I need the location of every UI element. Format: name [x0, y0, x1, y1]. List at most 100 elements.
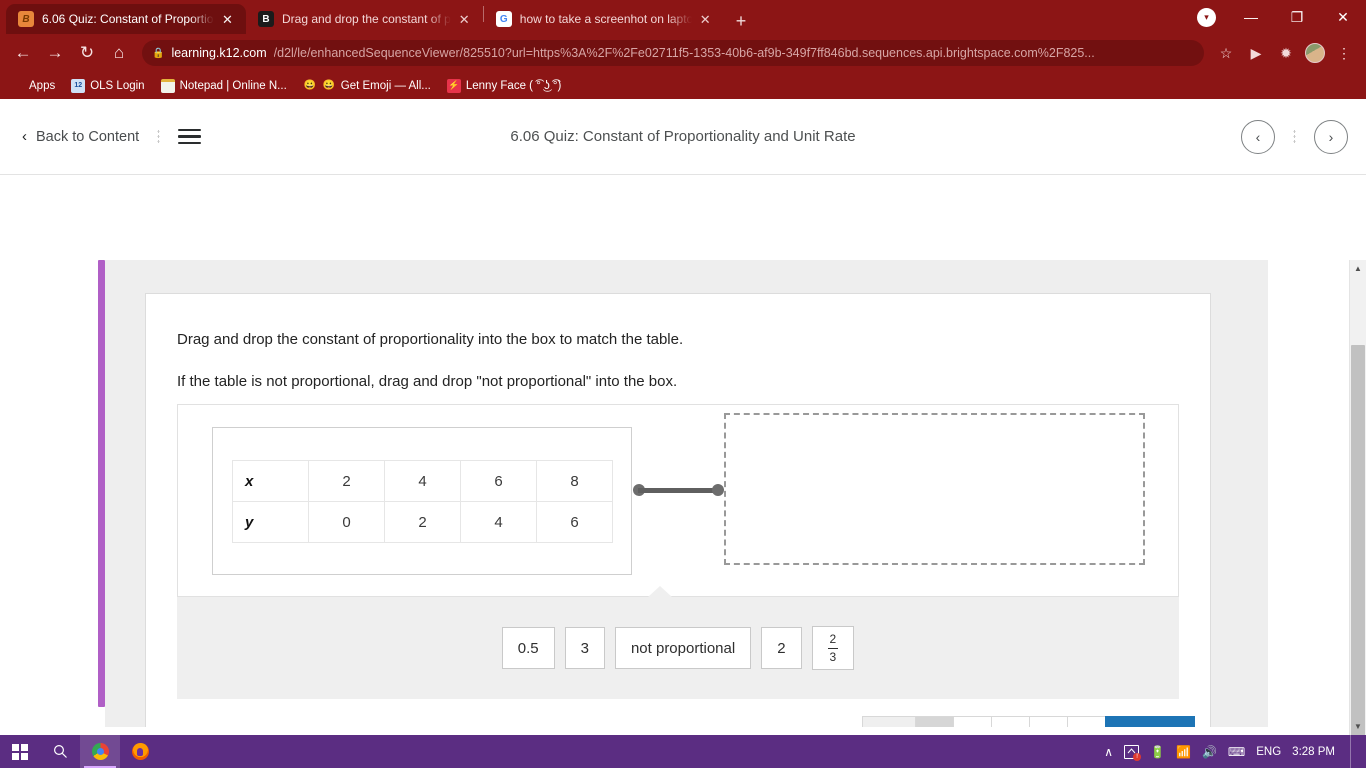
scrollbar-thumb[interactable] — [1351, 345, 1365, 765]
pager-page-1[interactable]: 1 — [915, 716, 954, 727]
lesson-accent-bar — [98, 260, 105, 707]
answer-tile-0[interactable]: 0.5 — [501, 627, 555, 669]
chevron-left-icon: ‹ — [22, 128, 27, 145]
close-tab-1-icon[interactable]: ✕ — [222, 13, 236, 26]
maximize-button[interactable]: ❐ — [1274, 0, 1320, 34]
drag-and-drop-area: x 2 4 6 8 y 0 2 4 6 — [177, 404, 1179, 597]
next-question-label: Next — [1124, 727, 1155, 728]
page-title: 6.06 Quiz: Constant of Proportionality a… — [510, 128, 856, 145]
emoji-icon-2: 😀 — [322, 80, 335, 91]
back-to-content-button[interactable]: ‹ Back to Content — [22, 128, 139, 145]
bookmark-lenny-face[interactable]: ⚡ Lenny Face ( ͡° ͜ʖ ͡°) — [446, 78, 562, 93]
brightspace-favicon-icon: B — [18, 11, 34, 27]
browser-tab-1-title: 6.06 Quiz: Constant of Proportion — [42, 12, 214, 26]
chrome-taskbar-icon[interactable] — [80, 735, 120, 768]
table-cell-x-1: 2 — [308, 460, 385, 502]
show-desktop-button[interactable] — [1350, 735, 1356, 768]
next-page-button[interactable]: › — [1314, 119, 1348, 154]
address-bar[interactable]: 🔒 learning.k12.com /d2l/le/enhancedSeque… — [142, 40, 1204, 66]
question-prompt-line-2: If the table is not proportional, drag a… — [177, 373, 678, 390]
browser-tab-3[interactable]: G how to take a screenhot on lapto ✕ — [484, 4, 724, 34]
question-card: Drag and drop the constant of proportion… — [145, 293, 1211, 727]
browser-tab-3-title: how to take a screenhot on lapto — [519, 12, 692, 26]
extensions-icon[interactable]: ✹ — [1272, 39, 1300, 67]
url-path: /d2l/le/enhancedSequenceViewer/825510?ur… — [273, 46, 1095, 60]
table-cell-y-3: 4 — [460, 501, 537, 543]
bookmark-get-emoji[interactable]: 😀 😀 Get Emoji — All... — [303, 79, 431, 93]
answer-tile-2[interactable]: not proportional — [614, 627, 752, 669]
profile-avatar[interactable] — [1305, 43, 1325, 63]
table-cell-x-4: 8 — [536, 460, 613, 502]
reload-icon[interactable]: ↻ — [72, 38, 102, 68]
fraction-two-thirds: 2 3 — [827, 632, 839, 664]
google-favicon-icon: G — [495, 11, 512, 27]
answer-tile-3[interactable]: 2 — [761, 627, 802, 669]
system-tray: ∧ ! 🔋 📶 🔊 ⌨ ENG 3:28 PM — [1104, 735, 1366, 768]
avast-taskbar-icon[interactable] — [120, 735, 160, 768]
previous-page-button[interactable]: ‹ — [1241, 119, 1275, 154]
apps-grid-icon — [10, 79, 24, 93]
close-window-button[interactable]: ✕ — [1320, 0, 1366, 34]
windows-taskbar: ∧ ! 🔋 📶 🔊 ⌨ ENG 3:28 PM — [0, 735, 1366, 768]
bookmark-star-icon[interactable]: ☆ — [1212, 39, 1240, 67]
bookmark-notepad[interactable]: Notepad | Online N... — [160, 78, 287, 93]
next-arrow-icon: ► — [1161, 727, 1176, 728]
windows-start-icon[interactable] — [0, 735, 40, 768]
forward-icon[interactable]: → — [40, 38, 70, 68]
taskbar-left — [0, 735, 160, 768]
browser-tab-2-title: Drag and drop the constant of p — [282, 12, 451, 26]
battery-icon[interactable]: 🔋 — [1150, 745, 1165, 759]
question-pager: ◄ 1 2 3 4 5 Next ► — [862, 716, 1195, 727]
scroll-down-arrow-icon[interactable]: ▼ — [1350, 718, 1366, 735]
tray-chevron-up-icon[interactable]: ∧ — [1104, 745, 1113, 759]
browser-tab-1[interactable]: B 6.06 Quiz: Constant of Proportion ✕ — [6, 4, 246, 34]
search-icon[interactable] — [40, 735, 80, 768]
window-controls: ▾ — ❐ ✕ — [1197, 0, 1366, 34]
close-tab-3-icon[interactable]: ✕ — [700, 13, 714, 26]
answer-tile-tray: 0.5 3 not proportional 2 2 3 — [177, 586, 1179, 699]
pager-page-2[interactable]: 2 — [953, 716, 992, 727]
table-cell-x-3: 6 — [460, 460, 537, 502]
bookmarks-bar: Apps 12 OLS Login Notepad | Online N... … — [0, 72, 1366, 99]
hamburger-icon[interactable] — [178, 128, 202, 145]
answer-tile-1[interactable]: 3 — [564, 627, 605, 669]
bookmark-lenny-face-label: Lenny Face ( ͡° ͜ʖ ͡°) — [465, 79, 562, 92]
lightning-icon: ⚡ — [446, 78, 461, 93]
proportionality-table: x 2 4 6 8 y 0 2 4 6 — [232, 460, 613, 543]
onedrive-alert-badge: ! — [1133, 752, 1142, 761]
page-scrollbar[interactable]: ▲ ▼ — [1349, 260, 1366, 765]
keyboard-icon[interactable]: ⌨ — [1228, 745, 1245, 759]
table-cell-x-2: 4 — [384, 460, 461, 502]
answer-drop-zone[interactable] — [724, 413, 1145, 565]
language-indicator[interactable]: ENG — [1256, 746, 1281, 758]
chrome-menu-icon[interactable]: ⋮ — [1330, 39, 1358, 67]
onedrive-icon[interactable]: ! — [1124, 744, 1142, 761]
lms-header: ‹ Back to Content 6.06 Quiz: Constant of… — [0, 99, 1366, 175]
downloads-chevron-icon[interactable]: ▾ — [1197, 7, 1216, 27]
content-area: Drag and drop the constant of proportion… — [0, 175, 1366, 765]
close-tab-2-icon[interactable]: ✕ — [459, 13, 473, 26]
scroll-up-arrow-icon[interactable]: ▲ — [1350, 260, 1366, 277]
back-to-content-label: Back to Content — [36, 128, 140, 145]
browser-tab-2[interactable]: B Drag and drop the constant of p ✕ — [246, 4, 483, 34]
cast-icon[interactable]: ▶ — [1242, 39, 1270, 67]
volume-icon[interactable]: 🔊 — [1202, 745, 1217, 759]
home-icon[interactable]: ⌂ — [104, 38, 134, 68]
answer-tile-4[interactable]: 2 3 — [811, 626, 855, 670]
bookmark-apps[interactable]: Apps — [10, 79, 55, 93]
question-prompt-line-1: Drag and drop the constant of proportion… — [177, 331, 684, 348]
taskbar-clock[interactable]: 3:28 PM — [1292, 746, 1335, 758]
bookmark-ols-login[interactable]: 12 OLS Login — [71, 78, 145, 93]
pager-page-3[interactable]: 3 — [991, 716, 1030, 727]
new-tab-button[interactable]: + — [724, 12, 759, 34]
minimize-button[interactable]: — — [1228, 0, 1274, 34]
wifi-icon[interactable]: 📶 — [1176, 745, 1191, 759]
bookmark-apps-label: Apps — [29, 79, 56, 92]
pager-previous-button[interactable]: ◄ — [862, 716, 916, 727]
next-question-button[interactable]: Next ► — [1105, 716, 1195, 727]
pager-page-4[interactable]: 4 — [1029, 716, 1068, 727]
tab-strip: B 6.06 Quiz: Constant of Proportion ✕ B … — [0, 0, 1366, 34]
back-icon[interactable]: ← — [8, 38, 38, 68]
pager-page-5[interactable]: 5 — [1067, 716, 1106, 727]
table-row-x: x 2 4 6 8 — [232, 460, 613, 502]
